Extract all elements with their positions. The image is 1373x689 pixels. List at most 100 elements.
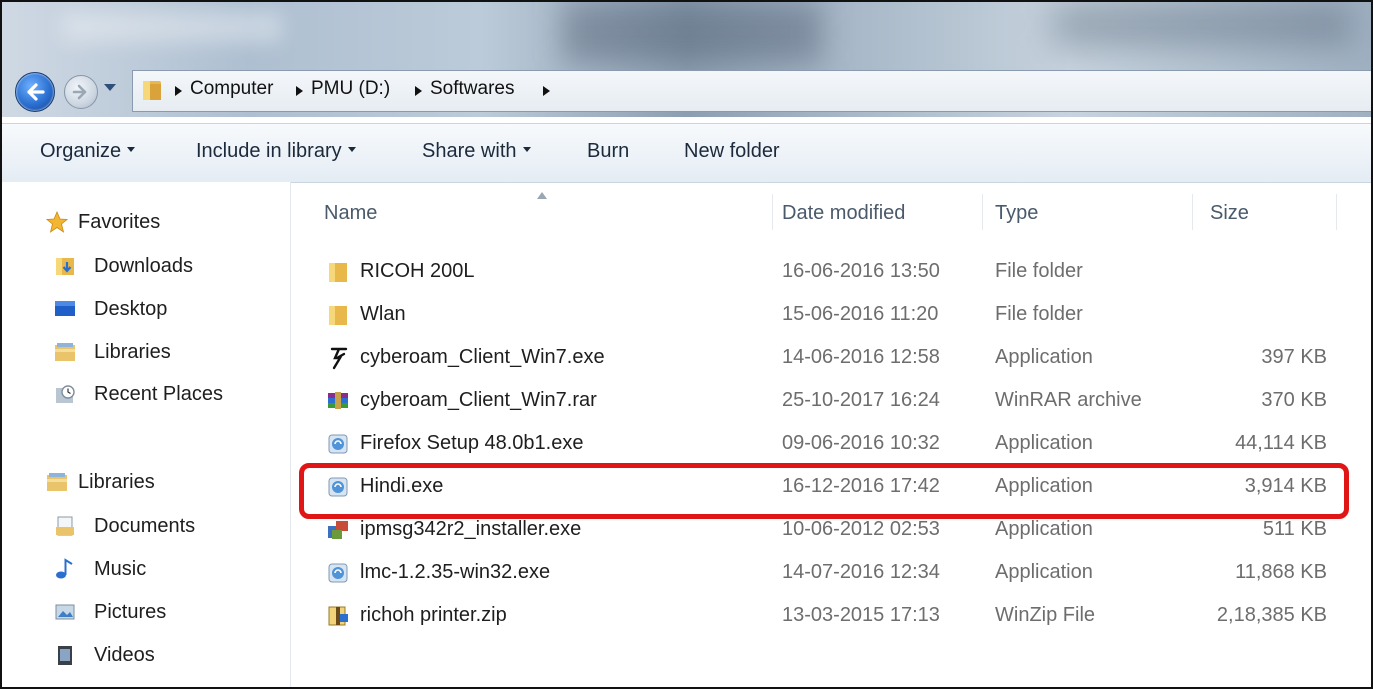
chevron-down-icon: [522, 147, 531, 153]
file-type: WinRAR archive: [995, 389, 1142, 411]
nav-music-label: Music: [94, 558, 147, 580]
column-header-name[interactable]: Name: [324, 202, 377, 225]
pictures-icon: [55, 604, 75, 620]
libraries-icon: [55, 343, 75, 361]
runner-app-icon: [330, 347, 348, 370]
folder-icon: [143, 81, 161, 100]
column-header-size[interactable]: Size: [1210, 202, 1249, 225]
videos-icon: [58, 646, 72, 665]
forward-button[interactable]: [64, 75, 98, 109]
file-name: richoh printer.zip: [360, 604, 507, 626]
file-date: 14-07-2016 12:34: [782, 561, 940, 583]
file-date: 25-10-2017 16:24: [782, 389, 940, 411]
file-name: RICOH 200L: [360, 260, 475, 282]
breadcrumb-softwares[interactable]: Softwares: [430, 78, 514, 100]
file-name: ipmsg342r2_installer.exe: [360, 518, 582, 540]
nav-libraries-favorite-label: Libraries: [94, 341, 171, 363]
breadcrumb-arrow-icon[interactable]: [415, 86, 422, 96]
nav-downloads-label: Downloads: [94, 255, 193, 277]
file-row[interactable]: Firefox Setup 48.0b1.exe 09-06-2016 10:3…: [302, 424, 1342, 466]
file-size: 370 KB: [1261, 389, 1327, 411]
file-row[interactable]: lmc-1.2.35-win32.exe 14-07-2016 12:34 Ap…: [302, 553, 1342, 595]
new-folder-button[interactable]: New folder: [684, 140, 780, 163]
installer-icon: [328, 563, 348, 583]
organize-menu[interactable]: Organize: [40, 140, 136, 163]
breadcrumb-arrow-icon[interactable]: [296, 86, 303, 96]
explorer-window: Computer PMU (D:) Softwares Organize Inc…: [0, 0, 1373, 689]
chevron-down-icon: [347, 147, 356, 153]
file-row[interactable]: Wlan 15-06-2016 11:20 File folder: [302, 295, 1342, 337]
chevron-down-icon: [127, 147, 136, 153]
nav-favorites-label: Favorites: [78, 211, 161, 233]
file-name: lmc-1.2.35-win32.exe: [360, 561, 551, 583]
navigation-pane: Favorites Downloads Desktop Libraries Re…: [2, 182, 291, 687]
breadcrumb-arrow-icon[interactable]: [175, 86, 182, 96]
breadcrumb-computer[interactable]: Computer: [190, 78, 273, 100]
installer-icon: [328, 434, 348, 454]
column-divider[interactable]: [772, 194, 773, 230]
file-size: 2,18,385 KB: [1216, 604, 1327, 626]
breadcrumb-arrow-icon[interactable]: [543, 86, 550, 96]
folder-icon: [329, 306, 347, 325]
winrar-icon: [328, 392, 348, 409]
file-date: 09-06-2016 10:32: [782, 432, 940, 454]
file-type: WinZip File: [995, 604, 1096, 626]
column-header-type[interactable]: Type: [995, 202, 1038, 225]
column-divider[interactable]: [1192, 194, 1193, 230]
file-name: Wlan: [360, 303, 406, 325]
file-size: 44,114 KB: [1235, 432, 1327, 454]
back-button[interactable]: [15, 72, 55, 112]
file-name: cyberoam_Client_Win7.rar: [360, 389, 597, 411]
organize-label: Organize: [40, 140, 122, 162]
folder-icon: [329, 263, 347, 282]
include-in-library-menu[interactable]: Include in library: [196, 140, 356, 163]
recent-pages-dropdown[interactable]: [104, 84, 116, 91]
file-date: 15-06-2016 11:20: [782, 303, 939, 325]
nav-libraries-label: Libraries: [78, 471, 155, 493]
command-bar: Organize Include in library Share with B…: [2, 123, 1371, 183]
documents-icon: [56, 516, 74, 536]
file-name: Firefox Setup 48.0b1.exe: [360, 432, 584, 454]
share-with-menu[interactable]: Share with: [422, 140, 531, 163]
column-divider[interactable]: [1336, 194, 1337, 230]
file-name: cyberoam_Client_Win7.exe: [360, 346, 605, 368]
column-divider[interactable]: [982, 194, 983, 230]
nav-documents-label: Documents: [94, 515, 196, 537]
burn-button[interactable]: Burn: [587, 140, 629, 163]
back-arrow-icon: [27, 83, 45, 101]
file-date: 14-06-2016 12:58: [782, 346, 940, 368]
sort-ascending-icon: [537, 192, 547, 199]
file-size: 511 KB: [1262, 518, 1327, 540]
address-bar[interactable]: Computer PMU (D:) Softwares: [132, 70, 1371, 112]
file-row[interactable]: RICOH 200L 16-06-2016 13:50 File folder: [302, 252, 1342, 294]
file-size: 11,868 KB: [1235, 561, 1327, 583]
star-icon: [46, 211, 68, 233]
column-header-date[interactable]: Date modified: [782, 202, 905, 225]
desktop-icon: [55, 301, 75, 316]
share-label: Share with: [422, 140, 517, 162]
file-date: 10-06-2012 02:53: [782, 518, 940, 540]
file-type: File folder: [995, 303, 1083, 325]
file-row[interactable]: cyberoam_Client_Win7.rar 25-10-2017 16:2…: [302, 381, 1342, 423]
music-note-icon: [56, 558, 73, 579]
recent-places-icon: [56, 385, 75, 403]
file-date: 13-03-2015 17:13: [782, 604, 940, 626]
file-row[interactable]: richoh printer.zip 13-03-2015 17:13 WinZ…: [302, 596, 1342, 638]
nav-recent-places-label: Recent Places: [94, 383, 223, 405]
file-type: Application: [995, 346, 1093, 368]
libraries-icon: [47, 473, 67, 491]
file-type: Application: [995, 518, 1093, 540]
downloads-folder-icon: [56, 258, 74, 275]
forward-arrow-icon: [72, 84, 87, 100]
nav-pictures-label: Pictures: [94, 601, 167, 623]
title-bar: Computer PMU (D:) Softwares: [2, 2, 1371, 117]
file-type: Application: [995, 432, 1093, 454]
include-label: Include in library: [196, 140, 342, 162]
file-date: 16-06-2016 13:50: [782, 260, 940, 282]
file-type: Application: [995, 561, 1093, 583]
nav-videos-label: Videos: [94, 644, 155, 666]
nav-desktop-label: Desktop: [94, 298, 168, 320]
file-size: 397 KB: [1261, 346, 1327, 368]
file-row[interactable]: cyberoam_Client_Win7.exe 14-06-2016 12:5…: [302, 338, 1342, 380]
breadcrumb-drive[interactable]: PMU (D:): [311, 78, 390, 100]
